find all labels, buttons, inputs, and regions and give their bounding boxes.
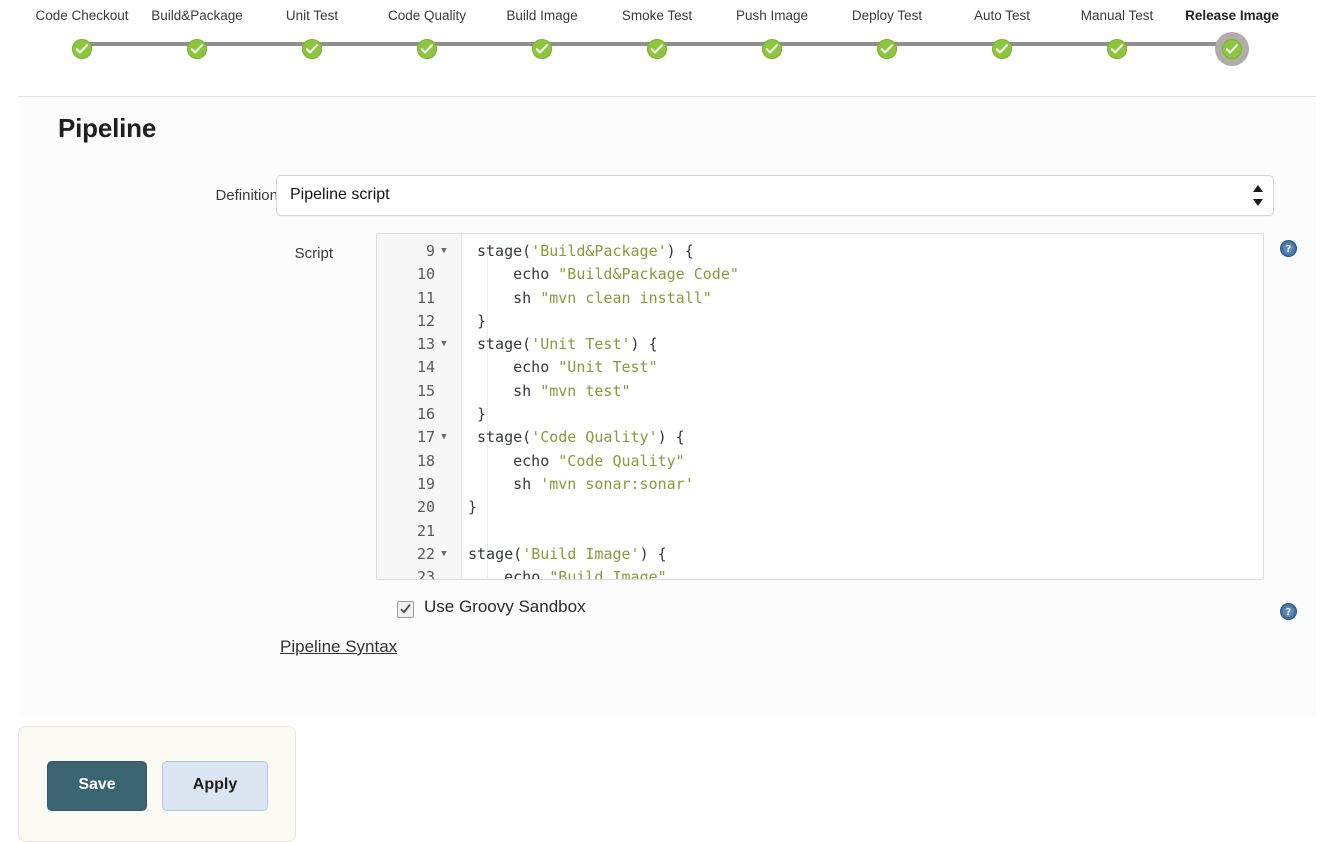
code-line-text: echo "Build&Package Code"	[477, 265, 739, 284]
script-editor[interactable]: 9 ▼ stage('Build&Package') {10 echo "Build…	[376, 233, 1264, 580]
code-line: 19 sh 'mvn sonar:sonar'	[377, 473, 1263, 496]
code-line-text: }	[468, 498, 478, 517]
stage-success-check-icon	[532, 39, 552, 59]
code-line: 14 echo "Unit Test"	[377, 356, 1263, 379]
line-number: 15	[416, 381, 435, 400]
code-line-text: stage('Build Image') {	[468, 544, 667, 563]
line-number: 19	[416, 474, 435, 493]
script-label: Script	[294, 245, 333, 262]
stage-status-marker	[640, 32, 674, 66]
save-button[interactable]: Save	[47, 761, 147, 811]
code-fold-toggle-icon[interactable]: ▼	[439, 333, 449, 356]
help-question-icon[interactable]: ?	[1280, 603, 1297, 620]
stage-success-check-icon	[1107, 39, 1127, 59]
line-number: 21	[416, 521, 435, 540]
stage-success-check-icon	[1222, 39, 1242, 59]
pipeline-stage-bar: Code Checkout Build&Package Unit Test Code …	[0, 0, 1334, 96]
stage-item-release-image[interactable]: Release Image	[1162, 8, 1302, 66]
code-line-text: stage('Code Quality') {	[477, 428, 685, 447]
code-line: 23 echo "Build Image"	[377, 566, 1263, 580]
stage-status-marker	[755, 32, 789, 66]
pipeline-syntax-link[interactable]: Pipeline Syntax	[280, 637, 397, 657]
line-number: 13	[416, 335, 435, 354]
page-title: Pipeline	[58, 113, 157, 143]
stage-success-check-icon	[187, 39, 207, 59]
stage-success-check-icon	[877, 39, 897, 59]
pipeline-config-panel: Pipeline Definition Pipeline script Scri…	[18, 97, 1316, 717]
line-number: 22	[416, 544, 435, 563]
stage-status-marker	[180, 32, 214, 66]
line-number: 23	[416, 568, 435, 580]
code-line: 17 ▼ stage('Code Quality') {	[377, 426, 1263, 449]
line-number: 17	[416, 428, 435, 447]
form-button-bar: Save Apply	[18, 726, 296, 842]
stage-success-check-icon	[992, 39, 1012, 59]
stage-status-marker	[985, 32, 1019, 66]
code-fold-toggle-icon[interactable]: ▼	[439, 543, 449, 566]
code-line: 22 ▼ stage('Build Image') {	[377, 543, 1263, 566]
help-question-icon[interactable]: ?	[1280, 240, 1297, 257]
definition-select-value: Pipeline script	[290, 186, 390, 203]
code-line-text: sh 'mvn sonar:sonar'	[477, 474, 694, 493]
stage-status-marker	[295, 32, 329, 66]
stage-success-check-icon	[647, 39, 667, 59]
code-fold-toggle-icon[interactable]: ▼	[439, 240, 449, 263]
code-line: 20}	[377, 496, 1263, 519]
svg-text:?: ?	[1286, 607, 1292, 618]
apply-button[interactable]: Apply	[162, 761, 268, 811]
code-line: 12}	[377, 310, 1263, 333]
line-number: 18	[416, 451, 435, 470]
code-line-text: echo "Unit Test"	[477, 358, 658, 377]
code-line: 11 sh "mvn clean install"	[377, 287, 1263, 310]
code-line: 9 ▼ stage('Build&Package') {	[377, 240, 1263, 263]
stage-status-marker	[1100, 32, 1134, 66]
stage-status-marker	[410, 32, 444, 66]
code-line-text: sh "mvn clean install"	[477, 288, 712, 307]
code-line: 15 sh "mvn test"	[377, 380, 1263, 403]
definition-row: Definition Pipeline script	[18, 175, 1316, 221]
stage-success-check-icon	[72, 39, 92, 59]
stage-status-marker	[1215, 32, 1249, 66]
code-line-text: stage('Unit Test') {	[477, 335, 658, 354]
chevron-updown-icon	[1252, 184, 1264, 207]
code-line-text: echo "Code Quality"	[477, 451, 685, 470]
stage-status-marker	[65, 32, 99, 66]
stage-success-check-icon	[417, 39, 437, 59]
stage-status-marker	[525, 32, 559, 66]
code-line: 10 echo "Build&Package Code"	[377, 263, 1263, 286]
definition-label: Definition	[215, 187, 278, 204]
definition-select[interactable]: Pipeline script	[276, 175, 1274, 216]
stage-success-check-icon	[302, 39, 322, 59]
groovy-sandbox-label: Use Groovy Sandbox	[424, 597, 586, 616]
groovy-sandbox-checkbox[interactable]	[397, 601, 414, 618]
line-number: 20	[416, 498, 435, 517]
code-line: 13 ▼ stage('Unit Test') {	[377, 333, 1263, 356]
code-line-text: echo "Build Image"	[468, 568, 667, 580]
line-number: 11	[416, 288, 435, 307]
stage-label: Release Image	[1185, 8, 1279, 23]
line-number: 16	[416, 405, 435, 424]
line-number: 10	[416, 265, 435, 284]
line-number: 12	[416, 311, 435, 330]
code-line: 16}	[377, 403, 1263, 426]
code-line: 21	[377, 520, 1263, 543]
stage-success-check-icon	[762, 39, 782, 59]
svg-text:?: ?	[1286, 244, 1292, 255]
line-number: 9	[425, 242, 435, 260]
code-line-text: stage('Build&Package') {	[477, 242, 694, 260]
line-number: 14	[416, 358, 435, 377]
code-line: 18 echo "Code Quality"	[377, 450, 1263, 473]
code-line-text: sh "mvn test"	[477, 381, 631, 400]
stage-status-marker	[870, 32, 904, 66]
code-fold-toggle-icon[interactable]: ▼	[439, 426, 449, 449]
code-line-text: }	[477, 311, 487, 330]
code-line-text: }	[477, 405, 487, 424]
